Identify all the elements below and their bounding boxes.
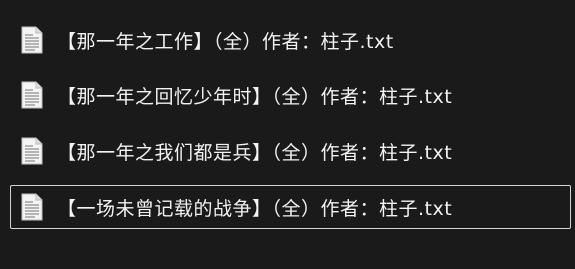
file-item[interactable]: 【那一年之我们都是兵】（全）作者：柱子.txt — [10, 129, 571, 173]
file-item-selected[interactable]: 【一场未曾记载的战争】（全）作者：柱子.txt — [10, 185, 571, 229]
file-item[interactable]: 【那一年之回忆少年时】（全）作者：柱子.txt — [10, 73, 571, 117]
file-name: 【那一年之回忆少年时】（全）作者：柱子.txt — [57, 85, 453, 108]
text-file-icon — [21, 81, 43, 109]
file-list: 【那一年之工作】（全）作者：柱子.txt 【那一年之回忆少年时】（全）作者：柱子… — [0, 0, 575, 269]
text-file-icon — [21, 193, 43, 221]
file-item[interactable]: 【那一年之工作】（全）作者：柱子.txt — [10, 18, 571, 62]
file-name: 【那一年之工作】（全）作者：柱子.txt — [57, 30, 394, 53]
text-file-icon — [21, 137, 43, 165]
text-file-icon — [21, 26, 43, 54]
file-name: 【那一年之我们都是兵】（全）作者：柱子.txt — [57, 141, 453, 164]
file-name: 【一场未曾记载的战争】（全）作者：柱子.txt — [57, 197, 453, 220]
